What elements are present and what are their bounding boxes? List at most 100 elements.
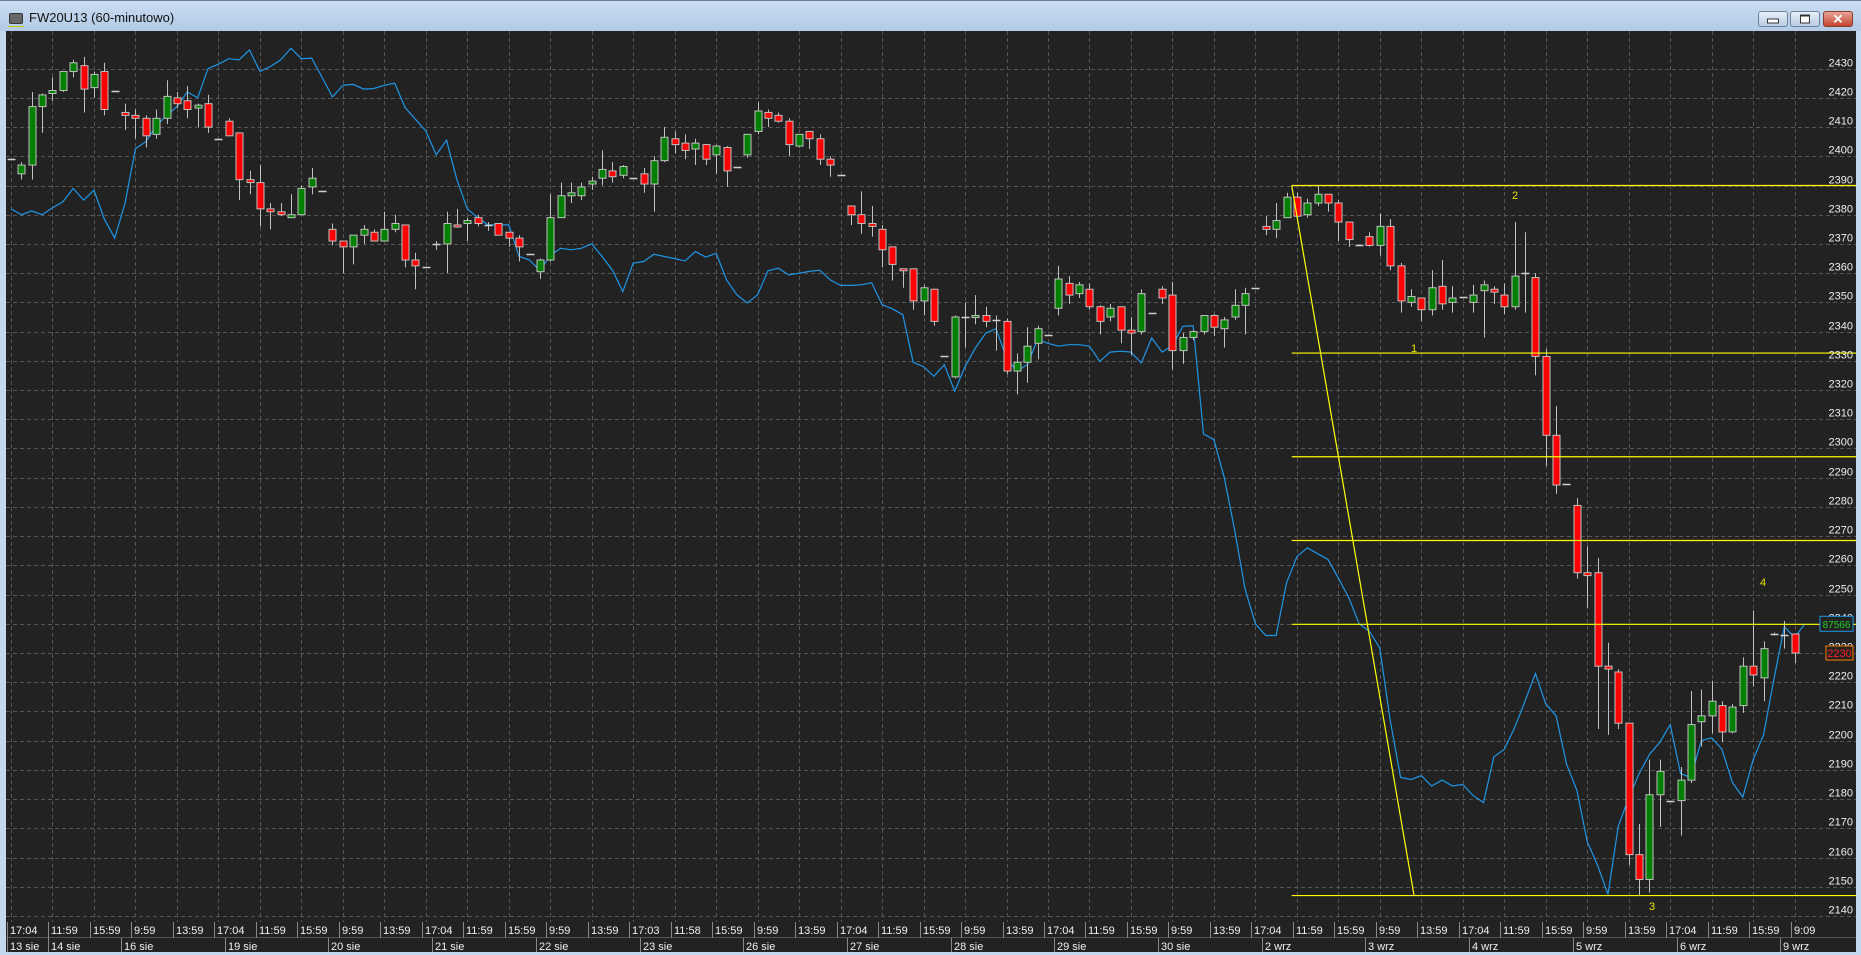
candle bbox=[494, 222, 503, 236]
price-tick-label: 2210 bbox=[1829, 700, 1853, 712]
time-tick-label: 15:59 bbox=[923, 925, 951, 937]
candle bbox=[1251, 287, 1260, 290]
date-tick-label: 20 sie bbox=[331, 941, 360, 952]
candlestick-chart[interactable]: 1 2 3 4 2430 2420 2410 2400 2390 2380 2370 2360 235… bbox=[6, 31, 1856, 952]
candle-body-up bbox=[1739, 665, 1748, 707]
candle-body-up bbox=[1656, 770, 1665, 796]
candle-body-down bbox=[204, 103, 213, 128]
time-tick-label: 13:59 bbox=[176, 925, 204, 937]
wave-label: 4 bbox=[1760, 577, 1766, 589]
candle-body-up bbox=[1407, 296, 1416, 303]
candle-body-down bbox=[1542, 355, 1551, 436]
minimize-icon bbox=[1767, 18, 1779, 24]
candle-body-up bbox=[1469, 294, 1478, 303]
indicator-value-label: 87566 bbox=[1823, 620, 1851, 631]
candle-body-up bbox=[194, 104, 203, 109]
candle bbox=[297, 185, 306, 216]
time-tick-label: 17:04 bbox=[425, 925, 453, 937]
candle-body-up bbox=[577, 186, 586, 197]
candle-body-down bbox=[1625, 722, 1634, 856]
candle-body-down bbox=[131, 114, 140, 119]
candle-body-down bbox=[1117, 306, 1126, 331]
candle bbox=[930, 288, 939, 326]
candle-body-up bbox=[1179, 336, 1188, 352]
date-tick-label: 26 sie bbox=[746, 941, 775, 952]
candle-body-up bbox=[443, 222, 452, 245]
candle-body-down bbox=[608, 170, 617, 178]
candle-body-up bbox=[691, 142, 700, 150]
time-tick-label: 15:59 bbox=[93, 925, 121, 937]
price-tick-label: 2390 bbox=[1829, 175, 1853, 187]
candle-body-up bbox=[1220, 319, 1229, 330]
candle bbox=[1003, 318, 1012, 374]
candle-body-down bbox=[1749, 665, 1758, 676]
candle-body-up bbox=[1728, 706, 1737, 733]
price-tick-label: 2280 bbox=[1829, 496, 1853, 508]
candle-body-up bbox=[546, 217, 555, 261]
candle-body-up bbox=[308, 177, 317, 188]
candle-body-up bbox=[557, 195, 566, 219]
candle-body-down bbox=[328, 228, 337, 242]
time-tick-label: 9:59 bbox=[1171, 925, 1192, 937]
candle bbox=[795, 133, 804, 148]
candle-body-up bbox=[795, 133, 804, 147]
maximize-button[interactable] bbox=[1790, 11, 1820, 27]
wave-label: 3 bbox=[1649, 901, 1655, 913]
candle-body-down bbox=[277, 211, 286, 216]
candle-body-up bbox=[1272, 220, 1281, 230]
candle-body-down bbox=[453, 224, 462, 228]
minimize-button[interactable] bbox=[1758, 11, 1788, 27]
time-tick-label: 17:04 bbox=[1462, 925, 1490, 937]
candle-body-down bbox=[1594, 572, 1603, 667]
price-tick-label: 2330 bbox=[1829, 350, 1853, 362]
price-tick-label: 2360 bbox=[1829, 262, 1853, 274]
date-tick-label: 27 sie bbox=[850, 941, 879, 952]
candle-body-down bbox=[1531, 277, 1540, 357]
candle-body-down bbox=[640, 173, 649, 185]
candle-body-up bbox=[1760, 648, 1769, 679]
candle-body-down bbox=[80, 65, 89, 90]
candle-body-up bbox=[619, 166, 628, 176]
candle bbox=[1614, 669, 1623, 729]
candle bbox=[1386, 219, 1395, 271]
candle-body-up bbox=[1511, 275, 1520, 308]
close-button[interactable]: ✕ bbox=[1823, 11, 1853, 27]
window-title-bar[interactable]: FW20U13 (60-minutowo) ✕ bbox=[0, 0, 1861, 31]
candle-body-down bbox=[847, 205, 856, 216]
candle-body-down bbox=[121, 111, 130, 116]
candle-body-up bbox=[17, 164, 26, 175]
candle-body-up bbox=[1075, 284, 1084, 295]
time-tick-label: 15:59 bbox=[508, 925, 536, 937]
time-tick-label: 13:59 bbox=[1006, 925, 1034, 937]
maximize-icon bbox=[1800, 14, 1810, 24]
candle bbox=[59, 71, 68, 92]
candle bbox=[1137, 289, 1146, 335]
time-tick-label: 9:59 bbox=[342, 925, 363, 937]
candle-body-down bbox=[816, 138, 825, 160]
candle bbox=[225, 118, 234, 137]
price-tick-label: 2290 bbox=[1829, 467, 1853, 479]
time-tick-label: 15:59 bbox=[715, 925, 743, 937]
candle-body-down bbox=[256, 182, 265, 210]
candle bbox=[214, 138, 223, 141]
candle-body-up bbox=[297, 187, 306, 216]
candle-body-down bbox=[225, 120, 234, 137]
time-tick-label: 9:59 bbox=[964, 925, 985, 937]
candle-body-down bbox=[1065, 282, 1074, 296]
price-tick-label: 2270 bbox=[1829, 525, 1853, 537]
time-tick-label: 15:59 bbox=[300, 925, 328, 937]
price-tick-label: 2420 bbox=[1829, 87, 1853, 99]
candle-body-down bbox=[1324, 193, 1333, 204]
candle-body-down bbox=[411, 259, 420, 267]
time-tick-label: 11:59 bbox=[51, 925, 78, 937]
candle-body-down bbox=[878, 228, 887, 251]
date-tick-label: 23 sie bbox=[643, 941, 672, 952]
candle-body-up bbox=[1697, 715, 1706, 723]
time-tick-label: 9:59 bbox=[1586, 925, 1607, 937]
time-tick-label: 17:04 bbox=[840, 925, 868, 937]
chart-background bbox=[6, 31, 1856, 952]
price-tick-label: 2310 bbox=[1829, 408, 1853, 420]
date-tick-label: 28 sie bbox=[954, 941, 983, 952]
candle-body-down bbox=[681, 142, 690, 151]
time-tick-label: 9:59 bbox=[134, 925, 155, 937]
